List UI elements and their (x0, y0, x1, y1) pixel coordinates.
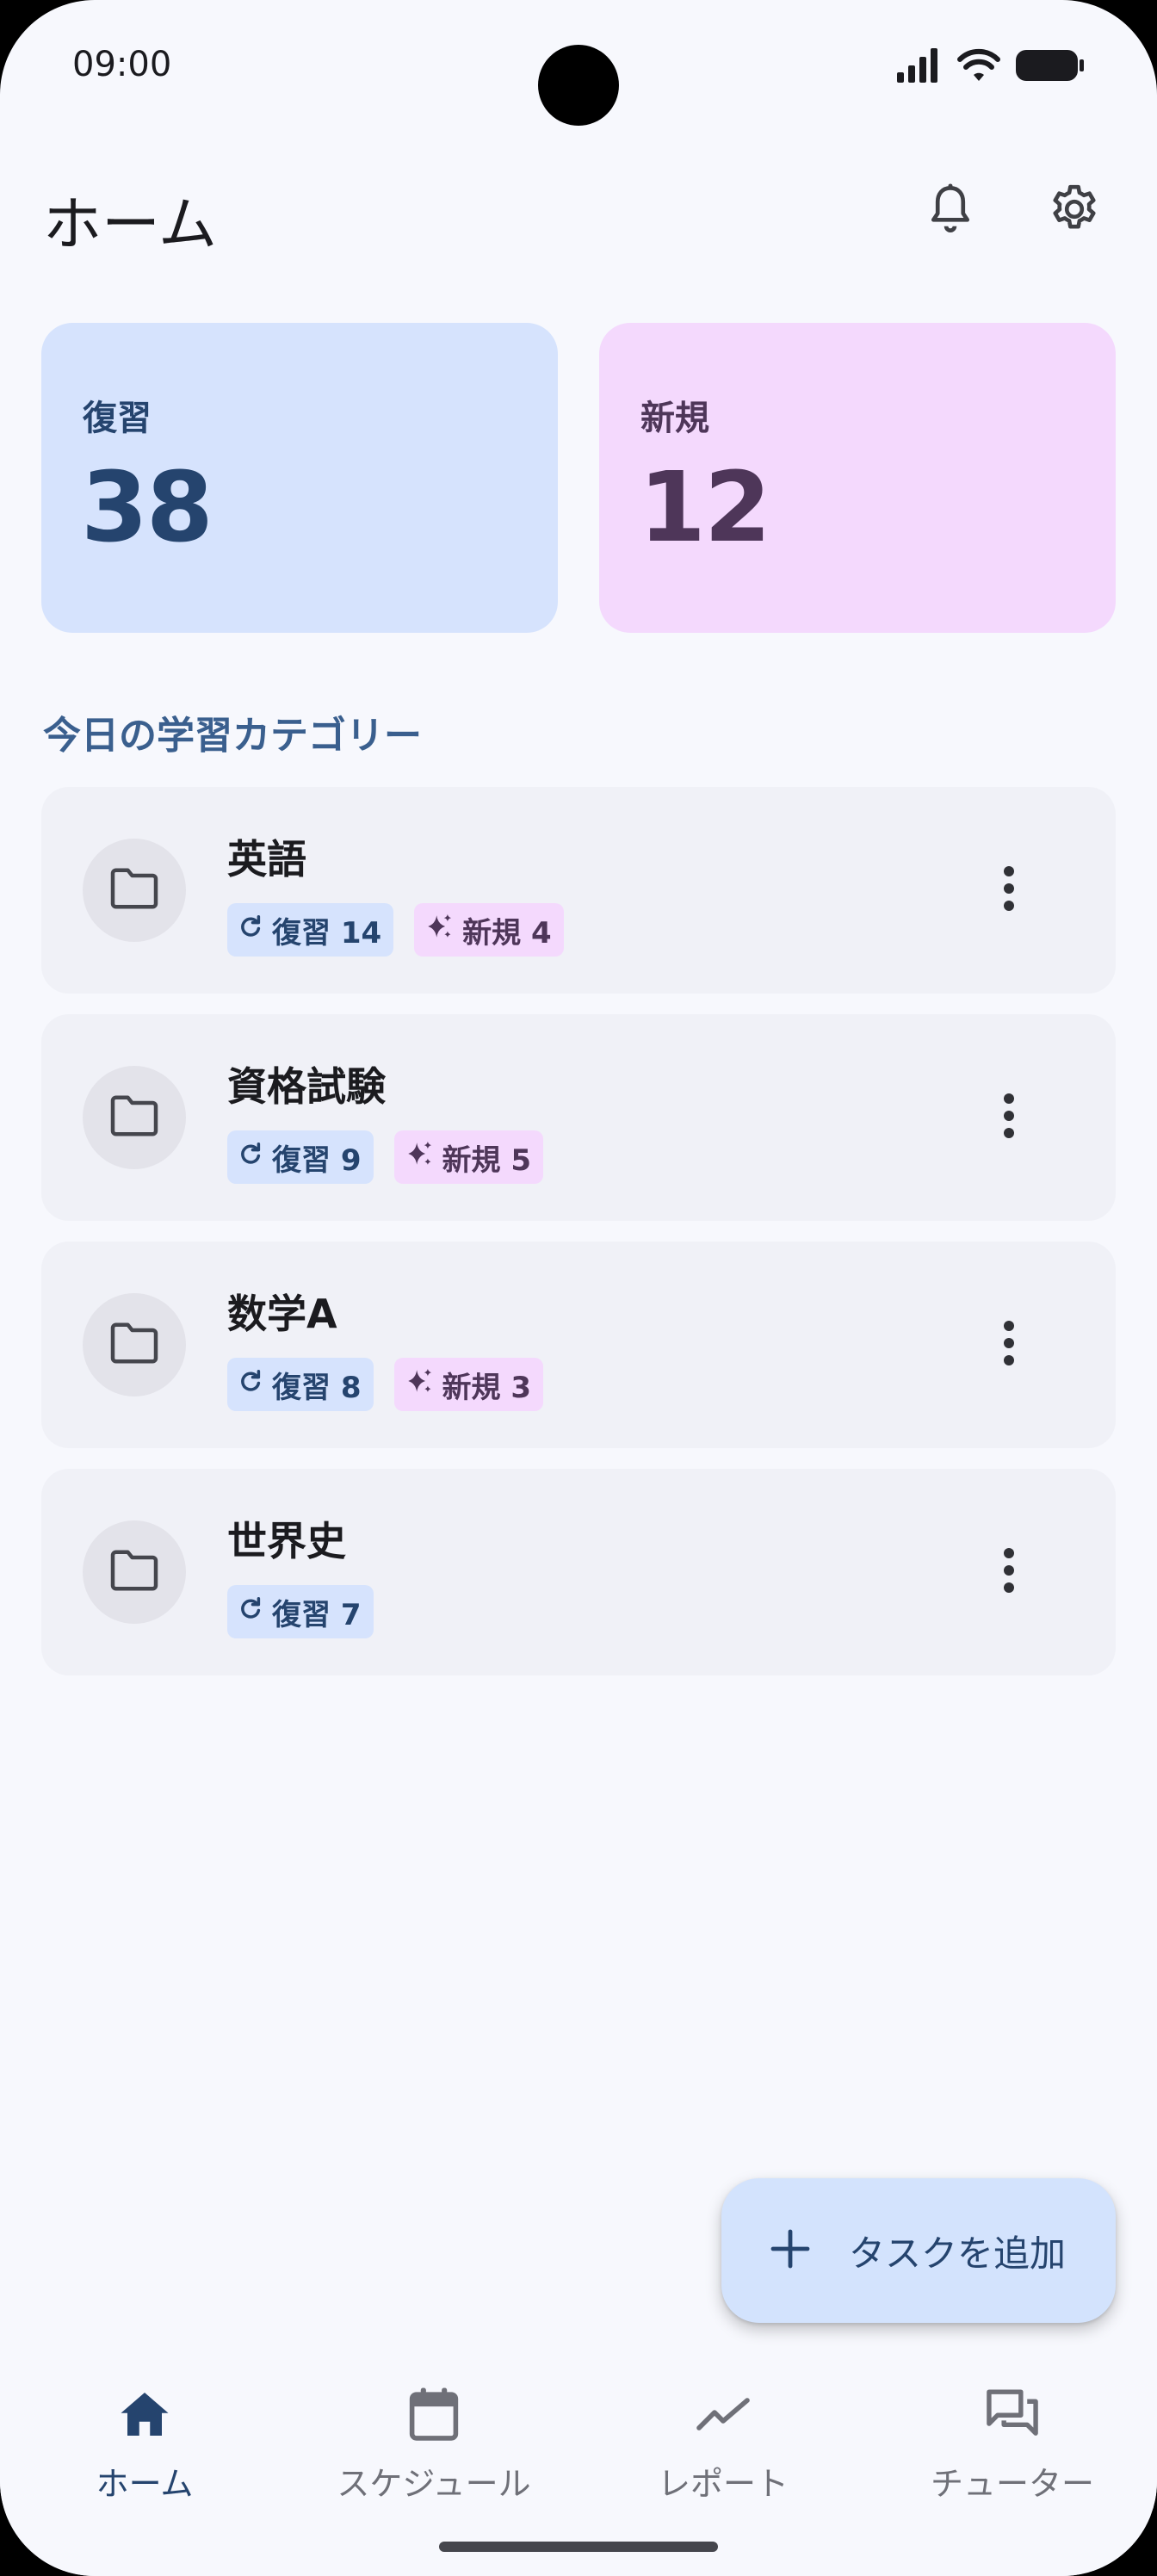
category-avatar (83, 1520, 186, 1624)
home-indicator[interactable] (439, 2542, 718, 2552)
folder-icon (108, 1548, 160, 1596)
category-item[interactable]: 世界史 復習 7 (41, 1469, 1116, 1675)
nav-schedule[interactable]: スケジュール (289, 2385, 578, 2514)
wifi-icon (957, 48, 1000, 86)
more-vert-icon (1002, 866, 1016, 914)
refresh-icon (238, 913, 263, 947)
folder-icon (108, 1093, 160, 1142)
new-chip-label: 新規 3 (442, 1370, 532, 1405)
more-vert-icon (1002, 1093, 1016, 1142)
refresh-icon (238, 1595, 263, 1629)
more-options-button[interactable] (974, 1083, 1043, 1152)
new-chip-label: 新規 5 (442, 1142, 532, 1178)
status-time: 09:00 (72, 45, 172, 84)
category-item[interactable]: 数学A 復習 8 新規 3 (41, 1242, 1116, 1448)
more-options-button[interactable] (974, 856, 1043, 925)
review-chip-label: 復習 14 (272, 915, 382, 951)
chat-icon (983, 2385, 1042, 2443)
category-name: 世界史 (227, 1518, 346, 1564)
settings-button[interactable] (1040, 176, 1109, 245)
category-avatar (83, 1293, 186, 1396)
nav-report[interactable]: レポート (578, 2385, 868, 2514)
more-vert-icon (1002, 1548, 1016, 1596)
category-chips: 復習 8 新規 3 (227, 1358, 543, 1411)
review-chip-label: 復習 9 (272, 1142, 362, 1178)
plus-icon (770, 2228, 811, 2273)
status-bar: 09:00 (0, 0, 1157, 138)
sparkle-icon (405, 1139, 434, 1176)
category-avatar (83, 839, 186, 942)
review-summary-label: 復習 (83, 399, 152, 438)
category-item[interactable]: 英語 復習 14 新規 4 (41, 787, 1116, 994)
new-summary-label: 新規 (640, 399, 709, 438)
more-options-button[interactable] (974, 1538, 1043, 1607)
battery-icon (1016, 48, 1085, 86)
new-chip: 新規 3 (393, 1358, 543, 1411)
new-chip: 新規 5 (393, 1130, 543, 1184)
bell-icon (925, 182, 976, 240)
home-icon (115, 2385, 174, 2443)
new-summary-card[interactable]: 新規 12 (599, 323, 1116, 633)
nav-home[interactable]: ホーム (0, 2385, 289, 2514)
category-item[interactable]: 資格試験 復習 9 新規 5 (41, 1014, 1116, 1221)
screen: 09:00 ホーム 復習 38 新規 12 今日の学習カテゴリー 英語 復習 1… (0, 0, 1157, 2576)
review-chip: 復習 7 (227, 1585, 374, 1638)
category-chips: 復習 14 新規 4 (227, 903, 564, 957)
review-summary-count: 38 (81, 452, 213, 564)
category-name: 英語 (227, 836, 306, 882)
category-name: 資格試験 (227, 1063, 386, 1110)
category-avatar (83, 1066, 186, 1169)
refresh-icon (238, 1367, 263, 1402)
status-icons (897, 48, 1085, 86)
category-chips: 復習 9 新規 5 (227, 1130, 543, 1184)
nav-label: スケジュール (337, 2465, 531, 2503)
nav-tutor[interactable]: チューター (868, 2385, 1157, 2514)
trending-icon (694, 2385, 752, 2443)
review-chip-label: 復習 8 (272, 1370, 362, 1405)
new-chip-label: 新規 4 (462, 915, 552, 951)
review-chip: 復習 8 (227, 1358, 374, 1411)
sparkle-icon (405, 1366, 434, 1403)
notifications-button[interactable] (916, 176, 985, 245)
new-chip: 新規 4 (414, 903, 564, 957)
folder-icon (108, 866, 160, 914)
category-name: 数学A (227, 1291, 337, 1337)
review-chip-label: 復習 7 (272, 1597, 362, 1632)
add-task-button[interactable]: タスクを追加 (721, 2178, 1116, 2323)
folder-icon (108, 1321, 160, 1369)
review-chip: 復習 14 (227, 903, 394, 957)
review-chip: 復習 9 (227, 1130, 374, 1184)
signal-icon (897, 48, 942, 86)
camera-cutout (538, 45, 619, 126)
more-vert-icon (1002, 1321, 1016, 1369)
nav-label: レポート (657, 2465, 789, 2503)
new-summary-count: 12 (639, 452, 771, 564)
calendar-icon (405, 2385, 463, 2443)
review-summary-card[interactable]: 復習 38 (41, 323, 558, 633)
nav-label: チューター (930, 2465, 1094, 2503)
nav-label: ホーム (96, 2465, 194, 2503)
refresh-icon (238, 1140, 263, 1174)
section-title: 今日の学習カテゴリー (43, 714, 422, 758)
sparkle-icon (424, 912, 454, 949)
more-options-button[interactable] (974, 1310, 1043, 1379)
add-task-label: タスクを追加 (849, 2232, 1067, 2275)
category-chips: 復習 7 (227, 1585, 374, 1638)
gear-icon (1048, 183, 1101, 239)
page-title: ホーム (43, 191, 217, 259)
